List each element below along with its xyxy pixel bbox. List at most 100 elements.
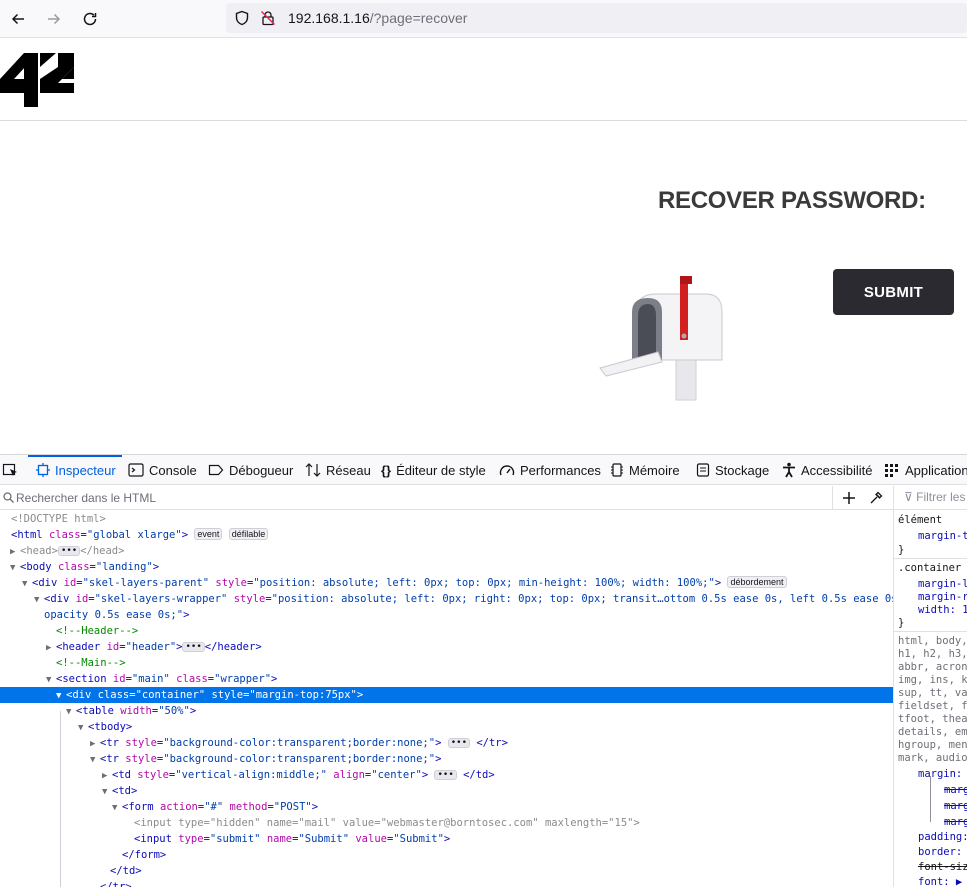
collapse-arrow-icon: ▼ bbox=[78, 723, 84, 733]
tree-node-td-close[interactable]: </td> bbox=[0, 863, 893, 879]
reload-icon bbox=[83, 12, 97, 26]
overflow-badge[interactable]: débordement bbox=[727, 576, 787, 588]
tab-reseau[interactable]: Réseau bbox=[305, 455, 371, 485]
tree-node-skel-parent[interactable]: ▼ <div id="skel-layers-parent" style="pos… bbox=[0, 575, 893, 591]
tree-node-head[interactable]: ▶ <head> ••• </head> bbox=[0, 543, 893, 559]
network-icon bbox=[305, 463, 321, 477]
tree-node-td-1[interactable]: ▶ <td style="vertical-align:middle;" alig… bbox=[0, 767, 893, 783]
site-header bbox=[0, 39, 967, 121]
tab-editeur-de-style[interactable]: {} Éditeur de style bbox=[381, 455, 486, 485]
devtools-tab-bar: Inspecteur Console Débogueur Réseau {} É… bbox=[0, 455, 967, 485]
rules-pane: ⊽ Filtrer les élément margin-to } .conta… bbox=[893, 486, 967, 887]
rule-line[interactable]: padding: bbox=[918, 831, 967, 844]
tab-inspecteur[interactable]: Inspecteur bbox=[28, 455, 122, 485]
rule-line: tfoot, thead bbox=[898, 713, 967, 725]
shield-icon[interactable] bbox=[234, 10, 250, 26]
rule-line[interactable]: margin: 0 bbox=[918, 768, 967, 781]
rule-line: h1, h2, h3, bbox=[898, 648, 967, 660]
tab-label: Accessibilité bbox=[801, 462, 873, 478]
url-text[interactable]: 192.168.1.16/?page=recover bbox=[288, 10, 467, 26]
tree-node-html[interactable]: <html class="global xlarge"> event défil… bbox=[0, 527, 893, 543]
expand-arrow-icon: ▶ bbox=[10, 547, 16, 557]
storage-icon bbox=[696, 463, 710, 477]
rule-line: margi bbox=[944, 784, 967, 796]
address-bar[interactable]: 192.168.1.16/?page=recover bbox=[226, 3, 967, 33]
rule-line: margi bbox=[944, 800, 967, 812]
tab-performances[interactable]: Performances bbox=[499, 455, 601, 485]
rule-line: hgroup, menu bbox=[898, 739, 967, 751]
collapse-arrow-icon: ▼ bbox=[56, 691, 62, 701]
tab-memoire[interactable]: Mémoire bbox=[610, 455, 680, 485]
collapse-arrow-icon: ▼ bbox=[112, 803, 118, 813]
reload-button[interactable] bbox=[77, 6, 103, 32]
forward-button[interactable] bbox=[41, 6, 67, 32]
tree-node-form[interactable]: ▼ <form action="#" method="POST"> bbox=[0, 799, 893, 815]
tab-console[interactable]: Console bbox=[128, 455, 197, 485]
rule-line: mark, audio, bbox=[898, 752, 967, 764]
browser-toolbar: 192.168.1.16/?page=recover bbox=[0, 0, 967, 38]
collapse-arrow-icon: ▼ bbox=[34, 595, 40, 605]
submit-button[interactable]: SUBMIT bbox=[833, 269, 954, 315]
add-node-icon[interactable] bbox=[842, 491, 856, 505]
tree-node-section[interactable]: ▼ <section id="main" class="wrapper"> bbox=[0, 671, 893, 687]
rule-line: font-siz bbox=[918, 861, 967, 873]
tree-node-container-selected[interactable]: ▼ <div class="container" style="margin-to… bbox=[0, 687, 893, 703]
tab-stockage[interactable]: Stockage bbox=[696, 455, 769, 485]
rule-line[interactable]: font: ▶ i bbox=[918, 876, 967, 887]
collapse-arrow-icon: ▼ bbox=[102, 787, 108, 797]
markup-tree: <!DOCTYPE html> <html class="global xlar… bbox=[0, 511, 893, 887]
tree-node-comment-header[interactable]: <!--Header--> bbox=[0, 623, 893, 639]
tree-node-doctype[interactable]: <!DOCTYPE html> bbox=[0, 511, 893, 527]
tab-label: Éditeur de style bbox=[396, 462, 486, 478]
console-icon bbox=[128, 463, 144, 477]
collapse-arrow-icon: ▼ bbox=[90, 755, 96, 765]
tab-application[interactable]: Application bbox=[884, 455, 967, 485]
tab-label: Inspecteur bbox=[55, 462, 116, 478]
tab-label: Réseau bbox=[326, 462, 371, 478]
tab-debogueur[interactable]: Débogueur bbox=[208, 455, 293, 485]
memory-icon bbox=[611, 463, 623, 477]
rule-line[interactable]: width: 1 bbox=[918, 604, 967, 617]
back-button[interactable] bbox=[5, 6, 31, 32]
rule-line[interactable]: margin-l bbox=[918, 578, 967, 591]
mailbox-icon bbox=[599, 276, 723, 401]
accessibility-icon bbox=[783, 462, 795, 478]
rule-line[interactable]: margin-to bbox=[918, 530, 967, 543]
filter-icon: ⊽ bbox=[904, 490, 913, 504]
divider bbox=[832, 486, 833, 510]
rule-line[interactable]: border: 0 bbox=[918, 846, 967, 859]
tree-node-tr-2[interactable]: ▼ <tr style="background-color:transparent… bbox=[0, 751, 893, 767]
tab-label: Application bbox=[905, 462, 967, 478]
event-badge[interactable]: event bbox=[194, 528, 223, 540]
tab-label: Console bbox=[149, 462, 197, 478]
tree-node-tbody[interactable]: ▼ <tbody> bbox=[0, 719, 893, 735]
rules-filter-input[interactable]: ⊽ Filtrer les bbox=[894, 486, 967, 510]
debugger-icon bbox=[208, 464, 224, 476]
eyedropper-icon[interactable] bbox=[869, 491, 883, 505]
tree-node-td-2[interactable]: ▼ <td> bbox=[0, 783, 893, 799]
logo-42[interactable] bbox=[0, 53, 74, 110]
tree-guide-line bbox=[60, 711, 61, 887]
tree-node-tr-1[interactable]: ▶ <tr style="background-color:transparent… bbox=[0, 735, 893, 751]
rule-line: } bbox=[898, 617, 905, 629]
rule-line[interactable]: margin-r bbox=[918, 591, 967, 604]
html-search-input[interactable] bbox=[16, 489, 816, 507]
tree-node-skel-wrapper[interactable]: ▼ <div id="skel-layers-wrapper" style="po… bbox=[0, 591, 893, 607]
tree-node-comment-main[interactable]: <!--Main--> bbox=[0, 655, 893, 671]
rule-line: fieldset, fo bbox=[898, 700, 967, 712]
collapse-arrow-icon: ▼ bbox=[10, 563, 16, 573]
insecure-lock-icon[interactable] bbox=[260, 10, 276, 26]
tree-node-body[interactable]: ▼ <body class="landing"> bbox=[0, 559, 893, 575]
tab-accessibilite[interactable]: Accessibilité bbox=[782, 455, 873, 485]
tree-node-table[interactable]: ▼ <table width="50%"> bbox=[0, 703, 893, 719]
collapsed-dots-icon: ••• bbox=[434, 770, 457, 780]
logo-42-icon bbox=[0, 53, 74, 107]
tab-label: Mémoire bbox=[629, 462, 680, 478]
tree-node-header[interactable]: ▶ <header id="header"> ••• </header> bbox=[0, 639, 893, 655]
scrollable-badge[interactable]: défilable bbox=[228, 528, 269, 540]
tree-node-input-hidden[interactable]: <input type="hidden" name="mail" value="… bbox=[0, 815, 893, 831]
tree-node-form-close[interactable]: </form> bbox=[0, 847, 893, 863]
tree-node-input-submit[interactable]: <input type="submit" name="Submit" value… bbox=[0, 831, 893, 847]
element-picker-button[interactable] bbox=[2, 455, 18, 485]
performance-icon bbox=[499, 465, 515, 476]
